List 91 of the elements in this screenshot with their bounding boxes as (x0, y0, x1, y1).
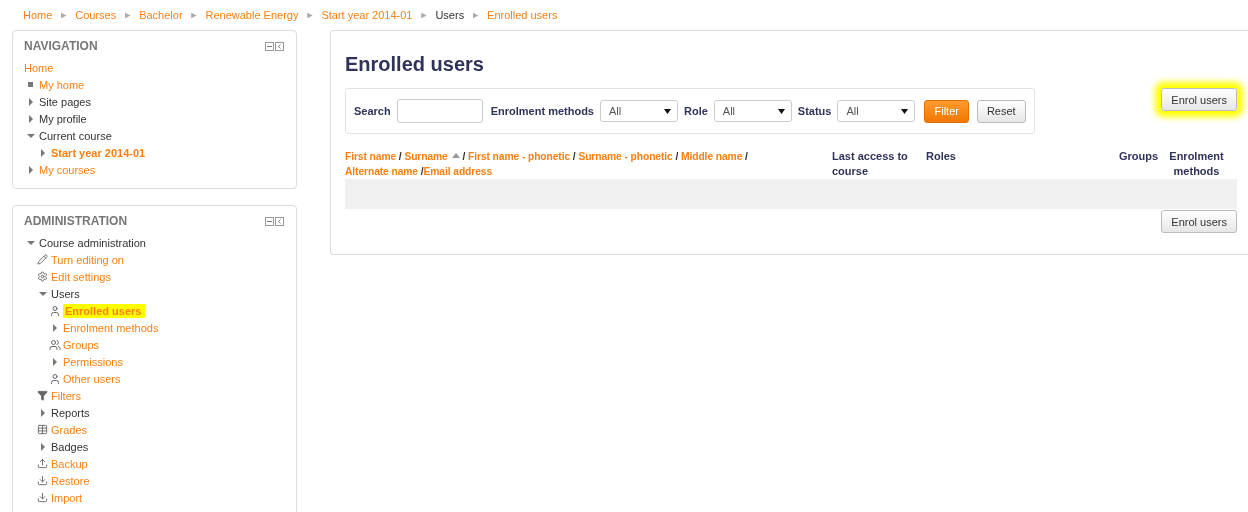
tree-link[interactable]: Enrolment methods (63, 321, 159, 334)
tree-link[interactable]: Restore (51, 474, 90, 487)
bullet-icon (28, 82, 33, 87)
search-field[interactable] (396, 99, 483, 123)
breadcrumb-link[interactable]: Enrolled users (487, 9, 558, 21)
breadcrumb-link[interactable]: Courses (75, 9, 117, 21)
block-title: NAVIGATION (24, 39, 98, 53)
expanded-arrow-icon[interactable] (26, 131, 35, 140)
breadcrumb-link[interactable]: Home (23, 9, 53, 21)
tree-item[interactable]: Course administration (39, 236, 146, 249)
sort-link[interactable]: First name - phonetic (468, 151, 571, 162)
reset-button[interactable]: Reset (976, 99, 1026, 123)
filter-label: Role (684, 105, 708, 117)
breadcrumb-separator: ► (305, 10, 315, 20)
filter-label: Status (797, 105, 832, 117)
collapsed-arrow-icon[interactable] (50, 323, 59, 332)
expanded-arrow-icon[interactable] (26, 238, 35, 247)
sort-link[interactable]: First name (345, 151, 397, 162)
tree-link[interactable]: Edit settings (51, 270, 111, 283)
tree-link[interactable]: Enrolled users (63, 303, 146, 318)
slash-separator: / (745, 151, 748, 162)
table-icon (37, 424, 48, 435)
filter-icon (37, 390, 48, 401)
breadcrumb-separator: ► (59, 10, 69, 20)
slash-separator: / (572, 151, 576, 162)
sort-link[interactable]: Middle name (681, 151, 743, 162)
column-header: Last access to course (832, 149, 909, 179)
select-field[interactable]: All (600, 100, 678, 122)
breadcrumb-separator: ► (419, 10, 429, 20)
dropdown-arrow-icon (901, 108, 909, 114)
tree-item[interactable]: Site pages (39, 95, 91, 108)
users-icon (48, 338, 61, 351)
collapsed-arrow-icon[interactable] (50, 357, 59, 366)
page-title: Enrolled users (345, 53, 485, 76)
select-field[interactable]: All (713, 100, 792, 122)
sort-ascending-icon (451, 153, 460, 158)
column-header: Roles (926, 149, 957, 164)
user-icon (48, 304, 61, 317)
enrol-users-button[interactable]: Enrol users (1161, 88, 1237, 111)
download-icon (37, 492, 48, 503)
slash-separator: / (398, 151, 402, 162)
slash-separator: / (420, 166, 424, 177)
pencil-icon (37, 254, 48, 265)
upload-icon (37, 458, 48, 469)
block-title: ADMINISTRATION (24, 214, 128, 228)
tree-item[interactable]: Users (51, 287, 80, 300)
tree-link[interactable]: My home (39, 78, 85, 91)
tree-link[interactable]: Groups (63, 338, 100, 351)
tree-link[interactable]: Turn editing on (51, 253, 124, 266)
block-controls-icon[interactable] (265, 216, 285, 226)
slash-separator: / (675, 151, 679, 162)
breadcrumb-separator: ► (189, 10, 199, 20)
breadcrumb-link[interactable]: Bachelor (139, 9, 183, 21)
breadcrumb-link[interactable]: Renewable Energy (205, 9, 299, 21)
slash-separator: / (462, 151, 466, 162)
tree-item[interactable]: My profile (39, 112, 87, 125)
user-icon (48, 372, 61, 385)
breadcrumb-separator: ► (123, 10, 133, 20)
select-field[interactable]: All (837, 100, 916, 122)
tree-link[interactable]: Import (51, 491, 83, 504)
tree-link[interactable]: My courses (39, 163, 96, 176)
search-label: Search (354, 105, 391, 117)
expanded-arrow-icon[interactable] (38, 289, 47, 298)
column-header: Enrolment methods (1168, 149, 1225, 179)
sort-link[interactable]: Surname (404, 151, 460, 162)
block-controls-icon[interactable] (265, 41, 285, 51)
sort-link[interactable]: Alternate name (345, 166, 418, 177)
tree-link[interactable]: Grades (51, 423, 88, 436)
download-icon (37, 475, 48, 486)
filter-label: Enrolment methods (490, 105, 594, 117)
tree-link[interactable]: Filters (51, 389, 81, 402)
breadcrumb-separator: ► (471, 10, 481, 20)
sort-link[interactable]: Surname - phonetic (578, 151, 673, 162)
dropdown-arrow-icon (777, 108, 785, 114)
tree-link[interactable]: Backup (51, 457, 88, 470)
tree-link[interactable]: Start year 2014-01 (51, 146, 146, 159)
gear-icon (37, 271, 48, 282)
filter-button[interactable]: Filter (924, 99, 969, 123)
breadcrumb-item: Users (435, 9, 465, 21)
tree-link[interactable]: Home (24, 61, 54, 74)
breadcrumb-link[interactable]: Start year 2014-01 (321, 9, 413, 21)
collapsed-arrow-icon[interactable] (38, 408, 47, 417)
tree-link[interactable]: Permissions (63, 355, 123, 368)
tree-item[interactable]: Reports (51, 406, 90, 419)
tree-item[interactable]: Current course (39, 129, 112, 142)
collapsed-arrow-icon[interactable] (38, 442, 47, 451)
enrol-users-button[interactable]: Enrol users (1161, 210, 1237, 233)
tree-item[interactable]: Badges (51, 440, 89, 453)
dropdown-arrow-icon (664, 108, 671, 114)
column-header: Groups (1119, 149, 1156, 164)
tree-link[interactable]: Other users (63, 372, 121, 385)
